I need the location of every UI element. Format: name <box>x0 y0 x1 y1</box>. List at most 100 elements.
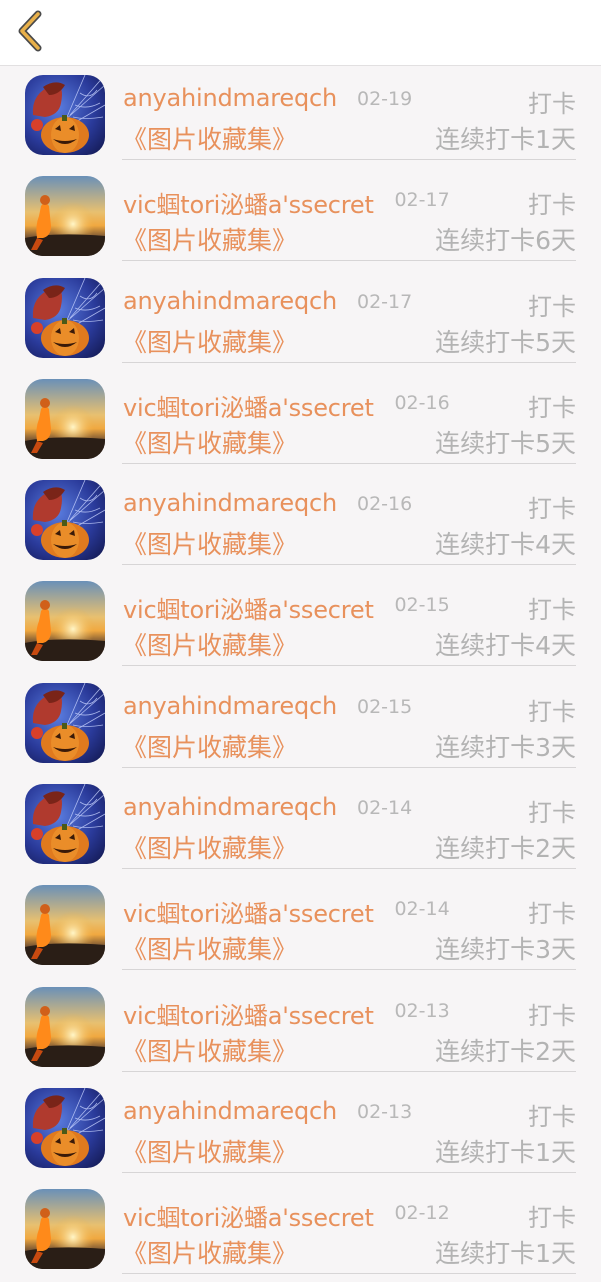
streak-label: 连续打卡2天 <box>435 834 576 864</box>
entry-info: anyahindmareqch 02-16 打卡 《图片收藏集》 连续打卡4天 <box>122 485 576 566</box>
action-label: 打卡 <box>528 596 576 625</box>
checkin-list: anyahindmareqch 02-19 打卡 《图片收藏集》 连续打卡1天 … <box>0 66 601 1282</box>
user-name[interactable]: vic蝈tori泌蟠a'ssecret <box>123 388 374 423</box>
streak-label: 连续打卡1天 <box>435 1137 576 1167</box>
streak-label: 连续打卡5天 <box>435 428 576 458</box>
book-title[interactable]: 《图片收藏集》 <box>122 424 297 460</box>
list-item[interactable]: anyahindmareqch 02-19 打卡 《图片收藏集》 连续打卡1天 <box>0 66 601 167</box>
entry-info: vic蝈tori泌蟠a'ssecret 02-17 打卡 《图片收藏集》 连续打… <box>122 181 576 262</box>
user-name[interactable]: vic蝈tori泌蟠a'ssecret <box>123 894 374 929</box>
entry-info: vic蝈tori泌蟠a'ssecret 02-12 打卡 《图片收藏集》 连续打… <box>122 1194 576 1275</box>
pumpkin-avatar[interactable] <box>25 1087 105 1168</box>
entry-date: 02-12 <box>394 1202 450 1225</box>
entry-info: anyahindmareqch 02-14 打卡 《图片收藏集》 连续打卡2天 <box>122 789 576 870</box>
user-name[interactable]: anyahindmareqch <box>123 84 337 112</box>
entry-info: anyahindmareqch 02-15 打卡 《图片收藏集》 连续打卡3天 <box>122 688 576 768</box>
entry-date: 02-15 <box>394 594 450 617</box>
entry-info: vic蝈tori泌蟠a'ssecret 02-16 打卡 《图片收藏集》 连续打… <box>122 384 576 464</box>
book-title[interactable]: 《图片收藏集》 <box>122 829 297 865</box>
action-label: 打卡 <box>528 900 576 929</box>
user-name[interactable]: anyahindmareqch <box>123 1097 337 1125</box>
entry-info: vic蝈tori泌蟠a'ssecret 02-13 打卡 《图片收藏集》 连续打… <box>122 992 576 1072</box>
book-title[interactable]: 《图片收藏集》 <box>122 120 297 156</box>
sunset-avatar[interactable] <box>25 176 105 257</box>
user-name[interactable]: vic蝈tori泌蟠a'ssecret <box>123 996 374 1031</box>
user-name[interactable]: anyahindmareqch <box>123 793 337 821</box>
book-title[interactable]: 《图片收藏集》 <box>122 930 297 966</box>
pumpkin-avatar[interactable] <box>25 480 105 561</box>
action-label: 打卡 <box>528 292 576 321</box>
pumpkin-avatar[interactable] <box>25 277 105 358</box>
entry-date: 02-19 <box>356 88 413 110</box>
pumpkin-avatar[interactable] <box>25 682 105 763</box>
list-item[interactable]: anyahindmareqch 02-14 打卡 《图片收藏集》 连续打卡2天 <box>0 775 601 876</box>
user-name[interactable]: vic蝈tori泌蟠a'ssecret <box>123 590 374 625</box>
sunset-avatar[interactable] <box>25 581 105 662</box>
action-label: 打卡 <box>528 799 576 828</box>
list-item[interactable]: vic蝈tori泌蟠a'ssecret 02-15 打卡 《图片收藏集》 连续打… <box>0 572 601 673</box>
entry-date: 02-13 <box>356 1100 413 1123</box>
pumpkin-avatar[interactable] <box>25 784 105 865</box>
action-label: 打卡 <box>528 191 576 220</box>
list-item[interactable]: anyahindmareqch 02-15 打卡 《图片收藏集》 连续打卡3天 <box>0 674 601 775</box>
list-item[interactable]: vic蝈tori泌蟠a'ssecret 02-17 打卡 《图片收藏集》 连续打… <box>0 167 601 268</box>
book-title[interactable]: 《图片收藏集》 <box>122 1032 297 1068</box>
book-title[interactable]: 《图片收藏集》 <box>122 1234 297 1270</box>
sunset-avatar[interactable] <box>25 1189 105 1270</box>
streak-label: 连续打卡1天 <box>435 1239 576 1269</box>
sunset-avatar[interactable] <box>25 986 105 1067</box>
action-label: 打卡 <box>528 393 576 422</box>
user-name[interactable]: vic蝈tori泌蟠a'ssecret <box>123 185 374 220</box>
user-name[interactable]: anyahindmareqch <box>123 287 337 315</box>
list-item[interactable]: vic蝈tori泌蟠a'ssecret 02-14 打卡 《图片收藏集》 连续打… <box>0 876 601 977</box>
user-name[interactable]: anyahindmareqch <box>123 692 337 720</box>
pumpkin-avatar[interactable] <box>25 75 105 155</box>
top-bar <box>0 0 601 66</box>
entry-date: 02-15 <box>356 695 413 718</box>
entry-date: 02-14 <box>394 898 450 921</box>
list-item[interactable]: vic蝈tori泌蟠a'ssecret 02-16 打卡 《图片收藏集》 连续打… <box>0 370 601 471</box>
book-title[interactable]: 《图片收藏集》 <box>122 525 297 561</box>
action-label: 打卡 <box>528 697 576 726</box>
list-item[interactable]: vic蝈tori泌蟠a'ssecret 02-12 打卡 《图片收藏集》 连续打… <box>0 1180 601 1281</box>
entry-date: 02-14 <box>356 797 413 820</box>
book-title[interactable]: 《图片收藏集》 <box>122 323 297 359</box>
streak-label: 连续打卡6天 <box>435 226 576 256</box>
entry-info: vic蝈tori泌蟠a'ssecret 02-15 打卡 《图片收藏集》 连续打… <box>122 586 576 667</box>
entry-info: anyahindmareqch 02-19 打卡 《图片收藏集》 连续打卡1天 <box>122 80 576 160</box>
book-title[interactable]: 《图片收藏集》 <box>122 1133 297 1169</box>
action-label: 打卡 <box>528 90 576 118</box>
streak-label: 连续打卡5天 <box>435 327 576 357</box>
list-item[interactable]: anyahindmareqch 02-17 打卡 《图片收藏集》 连续打卡5天 <box>0 269 601 370</box>
streak-label: 连续打卡3天 <box>435 732 576 762</box>
entry-date: 02-16 <box>394 391 450 414</box>
entry-date: 02-13 <box>394 999 450 1022</box>
entry-info: vic蝈tori泌蟠a'ssecret 02-14 打卡 《图片收藏集》 连续打… <box>122 890 576 971</box>
user-name[interactable]: anyahindmareqch <box>123 489 337 517</box>
entry-info: anyahindmareqch 02-13 打卡 《图片收藏集》 连续打卡1天 <box>122 1093 576 1173</box>
back-button[interactable] <box>10 6 56 58</box>
action-label: 打卡 <box>528 495 576 524</box>
entry-date: 02-17 <box>394 189 450 212</box>
action-label: 打卡 <box>528 1204 576 1233</box>
book-title[interactable]: 《图片收藏集》 <box>122 728 297 764</box>
entry-info: anyahindmareqch 02-17 打卡 《图片收藏集》 连续打卡5天 <box>122 283 576 363</box>
action-label: 打卡 <box>528 1102 576 1131</box>
book-title[interactable]: 《图片收藏集》 <box>122 626 297 662</box>
entry-date: 02-17 <box>356 290 413 313</box>
list-item[interactable]: anyahindmareqch 02-16 打卡 《图片收藏集》 连续打卡4天 <box>0 471 601 572</box>
book-title[interactable]: 《图片收藏集》 <box>122 221 297 257</box>
streak-label: 连续打卡3天 <box>435 935 576 965</box>
user-name[interactable]: vic蝈tori泌蟠a'ssecret <box>123 1198 374 1233</box>
streak-label: 连续打卡2天 <box>435 1036 576 1066</box>
list-item[interactable]: vic蝈tori泌蟠a'ssecret 02-13 打卡 《图片收藏集》 连续打… <box>0 978 601 1079</box>
list-item[interactable]: anyahindmareqch 02-13 打卡 《图片收藏集》 连续打卡1天 <box>0 1079 601 1180</box>
sunset-avatar[interactable] <box>25 378 105 459</box>
action-label: 打卡 <box>528 1001 576 1030</box>
streak-label: 连续打卡1天 <box>435 125 576 154</box>
sunset-avatar[interactable] <box>25 885 105 966</box>
chevron-left-icon <box>18 10 42 52</box>
streak-label: 连续打卡4天 <box>435 530 576 560</box>
entry-date: 02-16 <box>356 493 413 516</box>
streak-label: 连续打卡4天 <box>435 631 576 661</box>
